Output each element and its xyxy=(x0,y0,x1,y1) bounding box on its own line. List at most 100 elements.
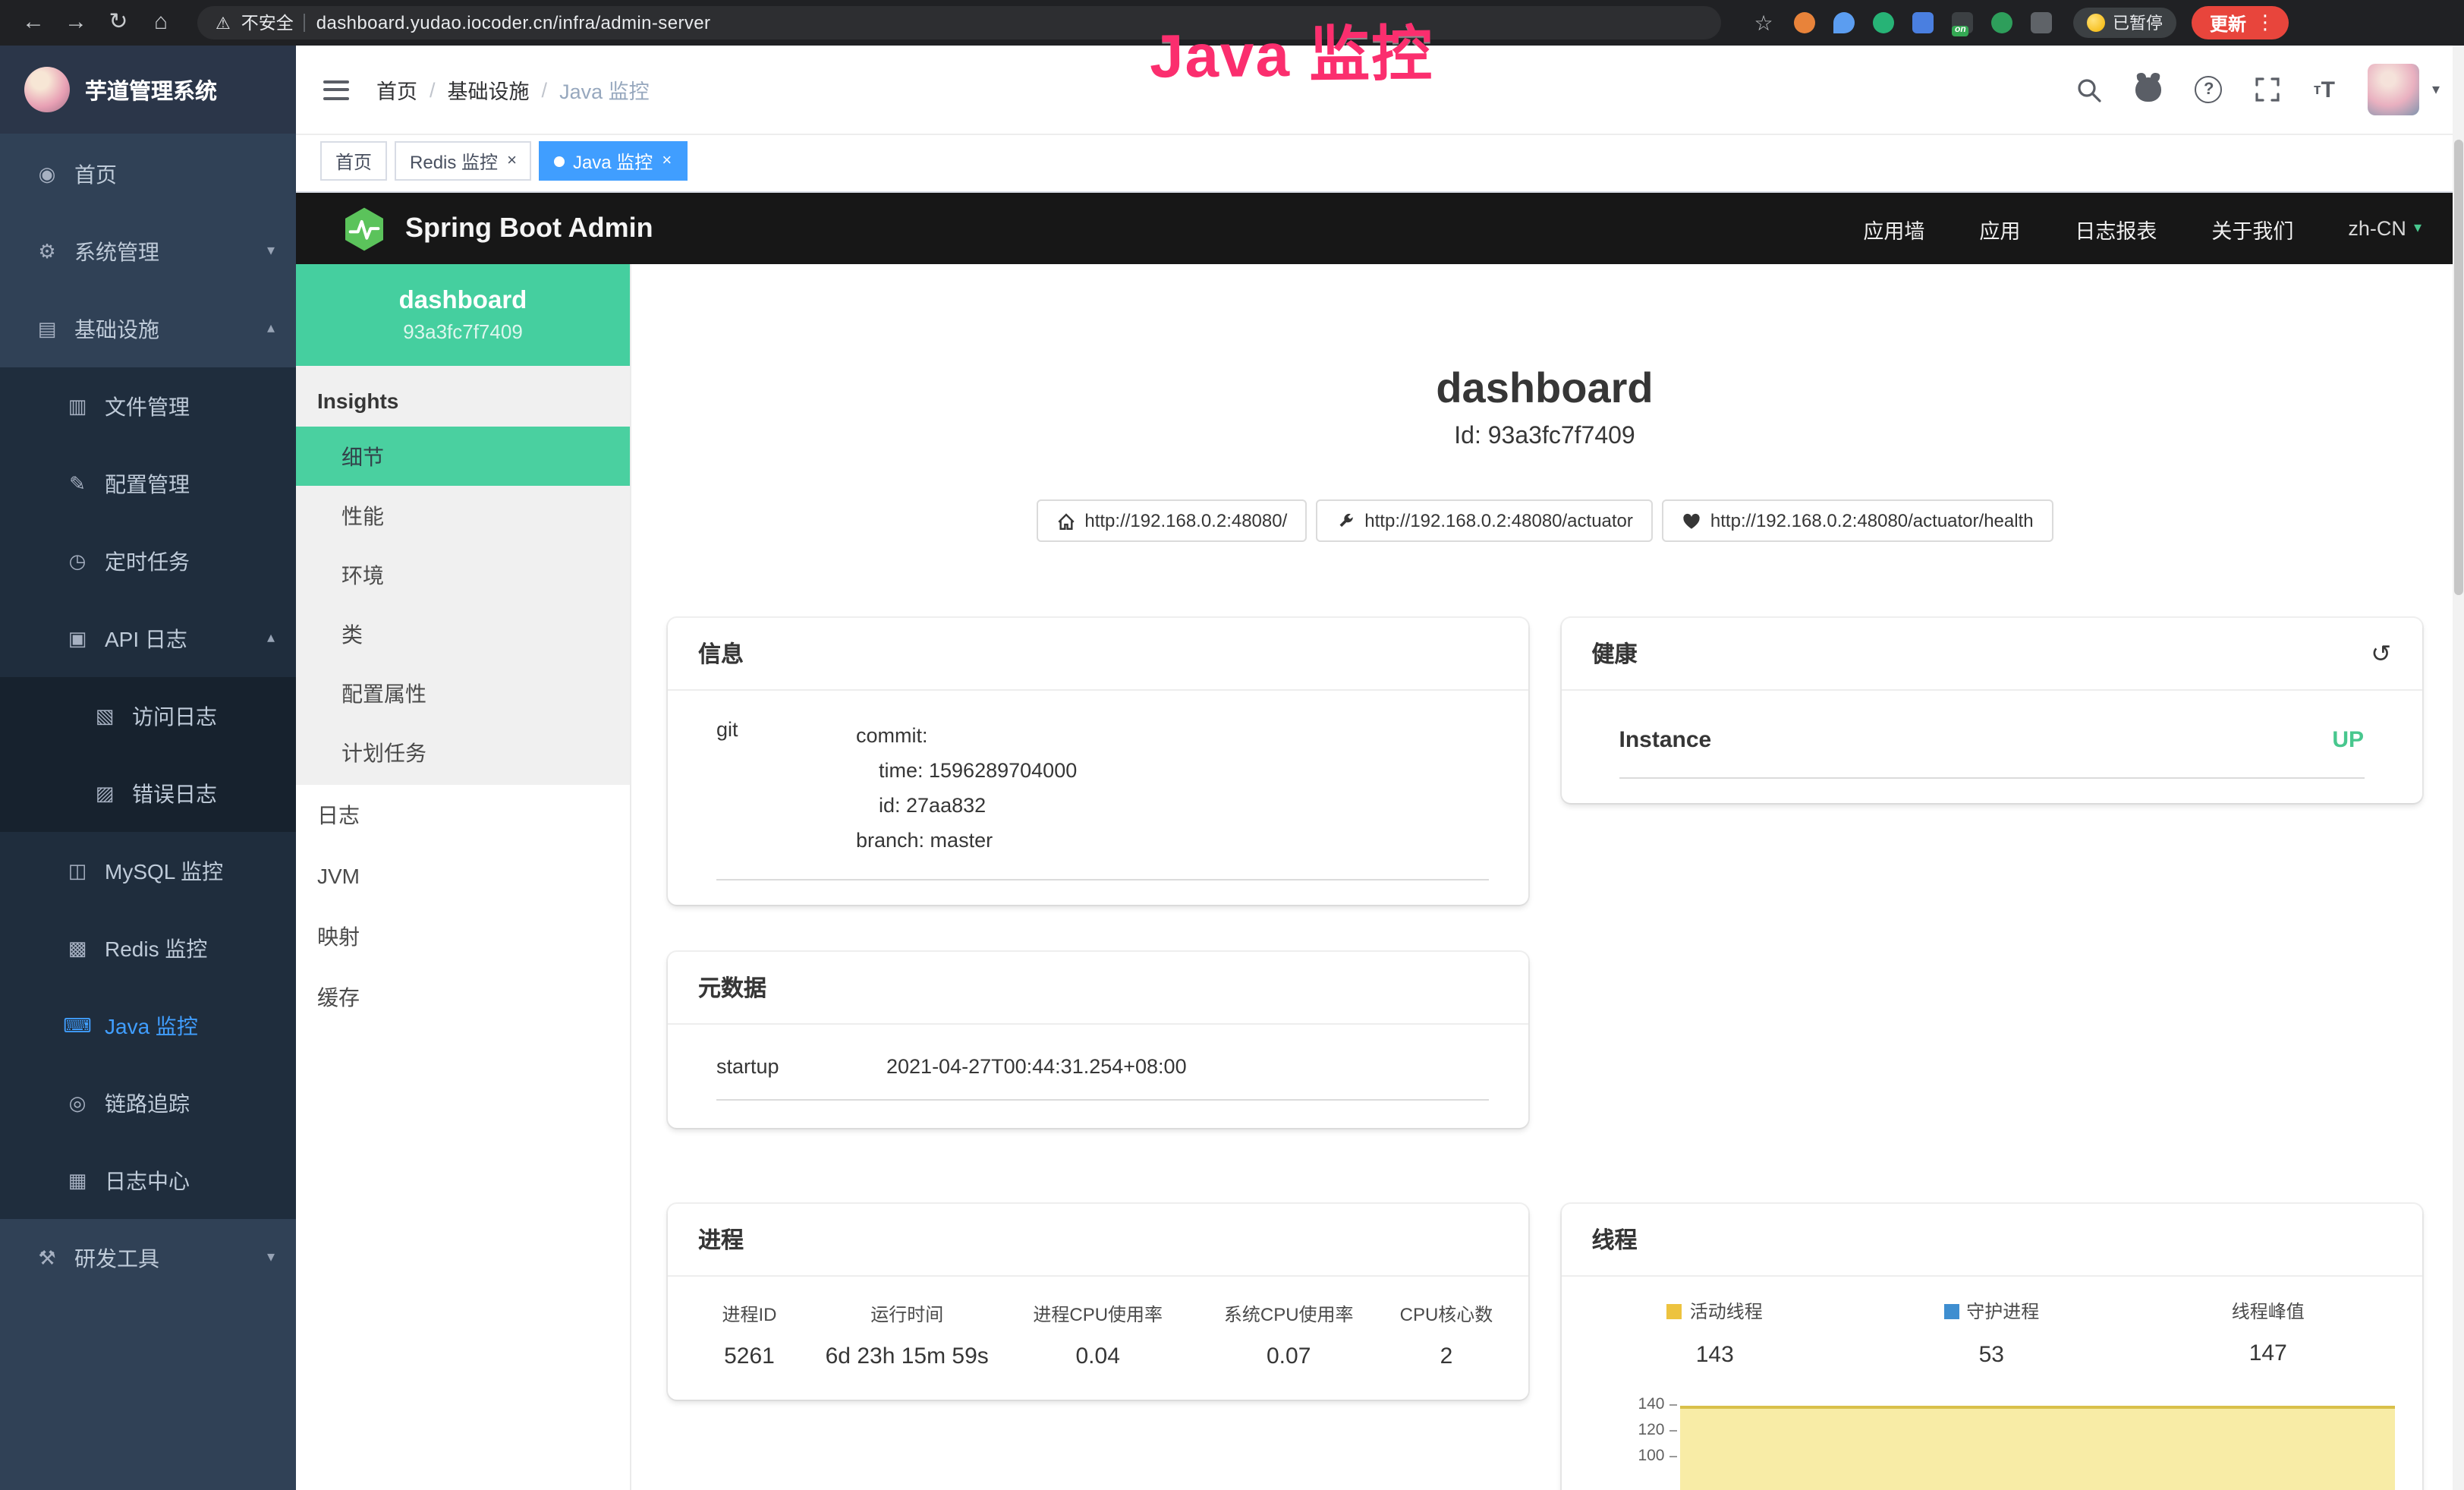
extension-icon[interactable] xyxy=(1794,12,1815,33)
breadcrumb-home[interactable]: 首页 xyxy=(376,74,417,105)
locale-select[interactable]: zh-CN ▾ xyxy=(2348,217,2422,240)
extension-icon[interactable] xyxy=(1912,12,1934,33)
health-row-instance[interactable]: Instance UP xyxy=(1619,727,2365,779)
health-url-link[interactable]: http://192.168.0.2:48080/actuator/health xyxy=(1662,499,2053,542)
service-url-link[interactable]: http://192.168.0.2:48080/ xyxy=(1036,499,1307,542)
chevron-up-icon: ▴ xyxy=(267,320,275,337)
sba-logo-icon xyxy=(341,206,387,251)
threads-legend: 活动线程 143 守护进程 53 线程峰值 14 xyxy=(1577,1298,2407,1367)
file-icon: ▥ xyxy=(61,394,94,418)
sidebar-item-config-management[interactable]: ✎ 配置管理 xyxy=(0,445,296,522)
address-bar[interactable]: ⚠ 不安全 dashboard.yudao.iocoder.cn/infra/a… xyxy=(197,6,1721,39)
tag-java-monitor[interactable]: Java 监控 × xyxy=(540,141,687,181)
sidebar-item-jvm[interactable]: JVM xyxy=(296,846,630,906)
scrollbar-thumb[interactable] xyxy=(2453,140,2462,595)
sidebar-item-api-logs[interactable]: ▣ API 日志 ▴ xyxy=(0,600,296,677)
logo-avatar xyxy=(24,67,70,112)
insights-item-performance[interactable]: 性能 xyxy=(296,486,630,545)
mysql-icon: ◫ xyxy=(61,858,94,883)
sidebar-item-java-monitor[interactable]: ⌨ Java 监控 xyxy=(0,987,296,1064)
forward-icon[interactable]: → xyxy=(58,0,94,46)
sidebar-item-caches[interactable]: 缓存 xyxy=(296,967,630,1028)
insights-item-classes[interactable]: 类 xyxy=(296,604,630,663)
avatar-caret-icon[interactable]: ▾ xyxy=(2432,81,2440,98)
extension-icon[interactable] xyxy=(1833,12,1855,33)
sidebar-item-file-management[interactable]: ▥ 文件管理 xyxy=(0,367,296,445)
nav-journal[interactable]: 日志报表 xyxy=(2075,213,2157,244)
reload-icon[interactable]: ↻ xyxy=(100,0,137,46)
sidebar-item-devtools[interactable]: ⚒ 研发工具 ▾ xyxy=(0,1219,296,1296)
sidebar-item-error-logs[interactable]: ▨ 错误日志 xyxy=(0,754,296,832)
avatar[interactable] xyxy=(2368,64,2420,115)
chart-plot-area xyxy=(1680,1391,2407,1490)
sidebar-item-redis-monitor[interactable]: ▩ Redis 监控 xyxy=(0,909,296,987)
home-icon xyxy=(1056,511,1075,531)
breadcrumb-current: Java 监控 xyxy=(559,74,650,105)
tag-redis-monitor[interactable]: Redis 监控 × xyxy=(395,141,532,181)
sidebar-item-logs[interactable]: 日志 xyxy=(296,785,630,846)
process-card: 进程 进程ID 运行时间 进程CPU使用率 系统CPU使用率 CPU核心数 xyxy=(668,1204,1528,1400)
breadcrumb-infrastructure[interactable]: 基础设施 xyxy=(448,74,530,105)
extension-icon[interactable] xyxy=(1991,12,2012,33)
instance-sidebar: dashboard 93a3fc7f7409 Insights 细节 性能 环境… xyxy=(296,264,631,1490)
nav-applications[interactable]: 应用 xyxy=(1979,213,2020,244)
tag-home[interactable]: 首页 xyxy=(320,141,387,181)
insights-item-details[interactable]: 细节 xyxy=(296,427,630,486)
sidebar-item-infrastructure[interactable]: ▤ 基础设施 ▴ xyxy=(0,290,296,367)
paused-label: 已暂停 xyxy=(2113,11,2163,35)
back-icon[interactable]: ← xyxy=(15,0,52,46)
sidebar-item-trace[interactable]: ◎ 链路追踪 xyxy=(0,1064,296,1142)
sidebar-item-access-logs[interactable]: ▧ 访问日志 xyxy=(0,677,296,754)
extension-icon[interactable] xyxy=(2031,12,2052,33)
sidebar-item-log-center[interactable]: ▦ 日志中心 xyxy=(0,1142,296,1219)
header-actions: ? тT ▾ xyxy=(2077,64,2464,115)
actuator-url-link[interactable]: http://192.168.0.2:48080/actuator xyxy=(1316,499,1653,542)
hamburger-icon[interactable] xyxy=(323,80,349,99)
font-size-icon[interactable]: тT xyxy=(2314,77,2335,102)
card-title: 进程 xyxy=(698,1224,744,1255)
tag-label: 首页 xyxy=(335,148,372,174)
info-value: commit: time: 1596289704000 id: 27aa832 … xyxy=(856,718,1489,858)
insights-item-environment[interactable]: 环境 xyxy=(296,545,630,604)
health-icon xyxy=(1682,511,1701,531)
sidebar-item-label: 文件管理 xyxy=(105,391,190,421)
close-icon[interactable]: × xyxy=(662,152,672,170)
search-icon[interactable] xyxy=(2077,77,2103,102)
card-title: 元数据 xyxy=(698,972,766,1003)
github-icon[interactable] xyxy=(2136,77,2162,102)
extension-icon[interactable] xyxy=(1873,12,1894,33)
sidebar-item-scheduled-tasks[interactable]: ◷ 定时任务 xyxy=(0,522,296,600)
fullscreen-icon[interactable] xyxy=(2256,77,2280,102)
metadata-row-startup: startup 2021-04-27T00:44:31.254+08:00 xyxy=(716,1055,1489,1101)
help-icon[interactable]: ? xyxy=(2195,76,2223,103)
history-icon[interactable]: ↺ xyxy=(2371,638,2391,669)
process-table-values: 5261 6d 23h 15m 59s 0.04 0.07 2 xyxy=(683,1344,1513,1369)
sidebar-item-label: 基础设施 xyxy=(74,313,159,344)
sidebar-item-mysql-monitor[interactable]: ◫ MySQL 监控 xyxy=(0,832,296,909)
redis-icon: ▩ xyxy=(61,936,94,960)
close-icon[interactable]: × xyxy=(507,152,517,170)
browser-home-icon[interactable]: ⌂ xyxy=(143,0,179,46)
paused-badge[interactable]: 已暂停 xyxy=(2073,8,2176,38)
sidebar-item-system-management[interactable]: ⚙ 系统管理 ▾ xyxy=(0,213,296,290)
update-button[interactable]: 更新 ⋮ xyxy=(2192,6,2289,39)
nav-wallboard[interactable]: 应用墙 xyxy=(1863,213,1924,244)
instance-header[interactable]: dashboard 93a3fc7f7409 xyxy=(296,264,630,366)
extension-icon[interactable]: on xyxy=(1952,12,1973,33)
bookmark-star-icon[interactable]: ☆ xyxy=(1745,0,1782,46)
sidebar-item-mappings[interactable]: 映射 xyxy=(296,906,630,967)
page-scrollbar[interactable] xyxy=(2452,46,2464,1490)
app-logo[interactable]: 芋道管理系统 xyxy=(0,46,296,134)
locale-label: zh-CN xyxy=(2348,217,2406,240)
sidebar-item-home[interactable]: ◉ 首页 xyxy=(0,135,296,213)
insights-item-config-props[interactable]: 配置属性 xyxy=(296,663,630,723)
sidebar-item-label: 链路追踪 xyxy=(105,1088,190,1118)
insights-item-scheduled-tasks[interactable]: 计划任务 xyxy=(296,723,630,782)
legend-swatch-blue xyxy=(1943,1303,1959,1318)
link-label: http://192.168.0.2:48080/actuator xyxy=(1364,510,1633,531)
process-table-header: 进程ID 运行时间 进程CPU使用率 系统CPU使用率 CPU核心数 xyxy=(683,1301,1513,1327)
menu-kebab-icon[interactable]: ⋮ xyxy=(2255,11,2281,35)
legend-value: 143 xyxy=(1577,1341,1854,1367)
page-subtitle: Id: 93a3fc7f7409 xyxy=(668,424,2422,451)
nav-about[interactable]: 关于我们 xyxy=(2211,213,2293,244)
